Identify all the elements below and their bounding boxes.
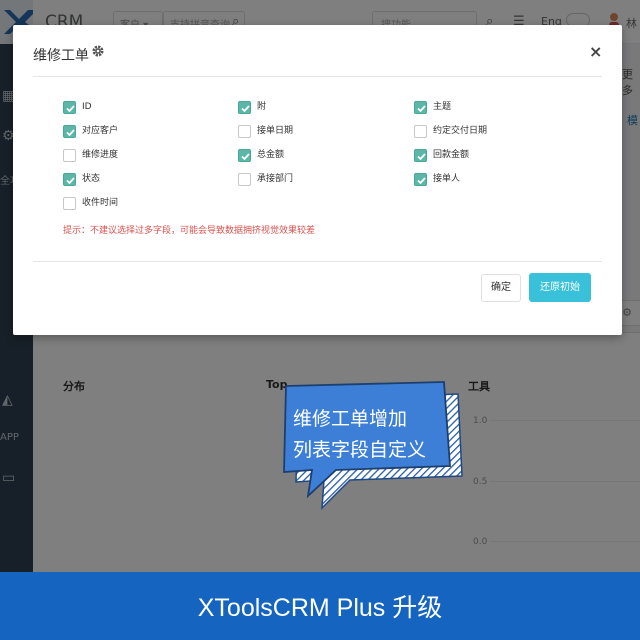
- checkbox-checked[interactable]: [414, 149, 427, 162]
- checkbox-unchecked[interactable]: [63, 197, 76, 210]
- field-option-label: 接单日期: [257, 126, 294, 136]
- modal-title: 维修工单: [33, 48, 89, 64]
- banner-title: XToolsCRM Plus 升级: [197, 594, 443, 622]
- gear-icon: [92, 45, 104, 57]
- modal-footer-divider: [33, 261, 602, 262]
- checkbox-unchecked[interactable]: [63, 149, 76, 162]
- checkbox-unchecked[interactable]: [238, 173, 251, 186]
- hint-text: 提示：不建议选择过多字段，可能会导致数据拥挤视觉效果较差: [63, 226, 316, 236]
- field-option-label: 承接部门: [257, 174, 294, 184]
- field-option-label: 总金额: [257, 150, 285, 160]
- check-icon: [66, 129, 75, 137]
- confirm-button[interactable]: 确定: [481, 274, 521, 302]
- modal-header: 维修工单: [33, 25, 602, 77]
- field-option-label: 对应客户: [82, 126, 119, 136]
- checkbox-checked[interactable]: [63, 173, 76, 186]
- check-icon: [66, 105, 75, 113]
- field-option-label: 附: [257, 102, 267, 112]
- callout-line-1: 维修工单增加: [293, 408, 408, 430]
- reset-defaults-button[interactable]: 还原初始: [529, 273, 591, 302]
- checkbox-checked[interactable]: [63, 125, 76, 138]
- promo-banner: XToolsCRM Plus 升级: [0, 572, 640, 640]
- check-icon: [241, 153, 250, 161]
- check-icon: [417, 177, 426, 185]
- field-option-label: 维修进度: [82, 150, 119, 160]
- field-option-label: 收件时间: [82, 198, 119, 208]
- check-icon: [417, 105, 426, 113]
- field-option-label: 主题: [433, 102, 452, 112]
- check-icon: [417, 153, 426, 161]
- check-icon: [241, 105, 250, 113]
- callout-bubble: 维修工单增加 列表字段自定义: [278, 378, 468, 513]
- field-option-label: 接单人: [433, 174, 461, 184]
- close-icon[interactable]: ×: [589, 42, 602, 61]
- checkbox-checked[interactable]: [238, 101, 251, 114]
- field-option-label: 回款金额: [433, 150, 470, 160]
- check-icon: [66, 177, 75, 185]
- checkbox-checked[interactable]: [414, 173, 427, 186]
- checkbox-checked[interactable]: [63, 101, 76, 114]
- callout-line-2: 列表字段自定义: [293, 439, 427, 461]
- checkbox-checked[interactable]: [414, 101, 427, 114]
- checkbox-checked[interactable]: [238, 149, 251, 162]
- checkbox-unchecked[interactable]: [238, 125, 251, 138]
- checkbox-unchecked[interactable]: [414, 125, 427, 138]
- field-option-label: 约定交付日期: [433, 126, 488, 136]
- field-option-label: 状态: [82, 174, 101, 184]
- column-settings-modal: 维修工单 × ID 附 主题对应客户 接单日期 约定交付日期维修进度 总金额 回款金额状态 承…: [13, 25, 622, 335]
- field-option-label: ID: [82, 102, 92, 112]
